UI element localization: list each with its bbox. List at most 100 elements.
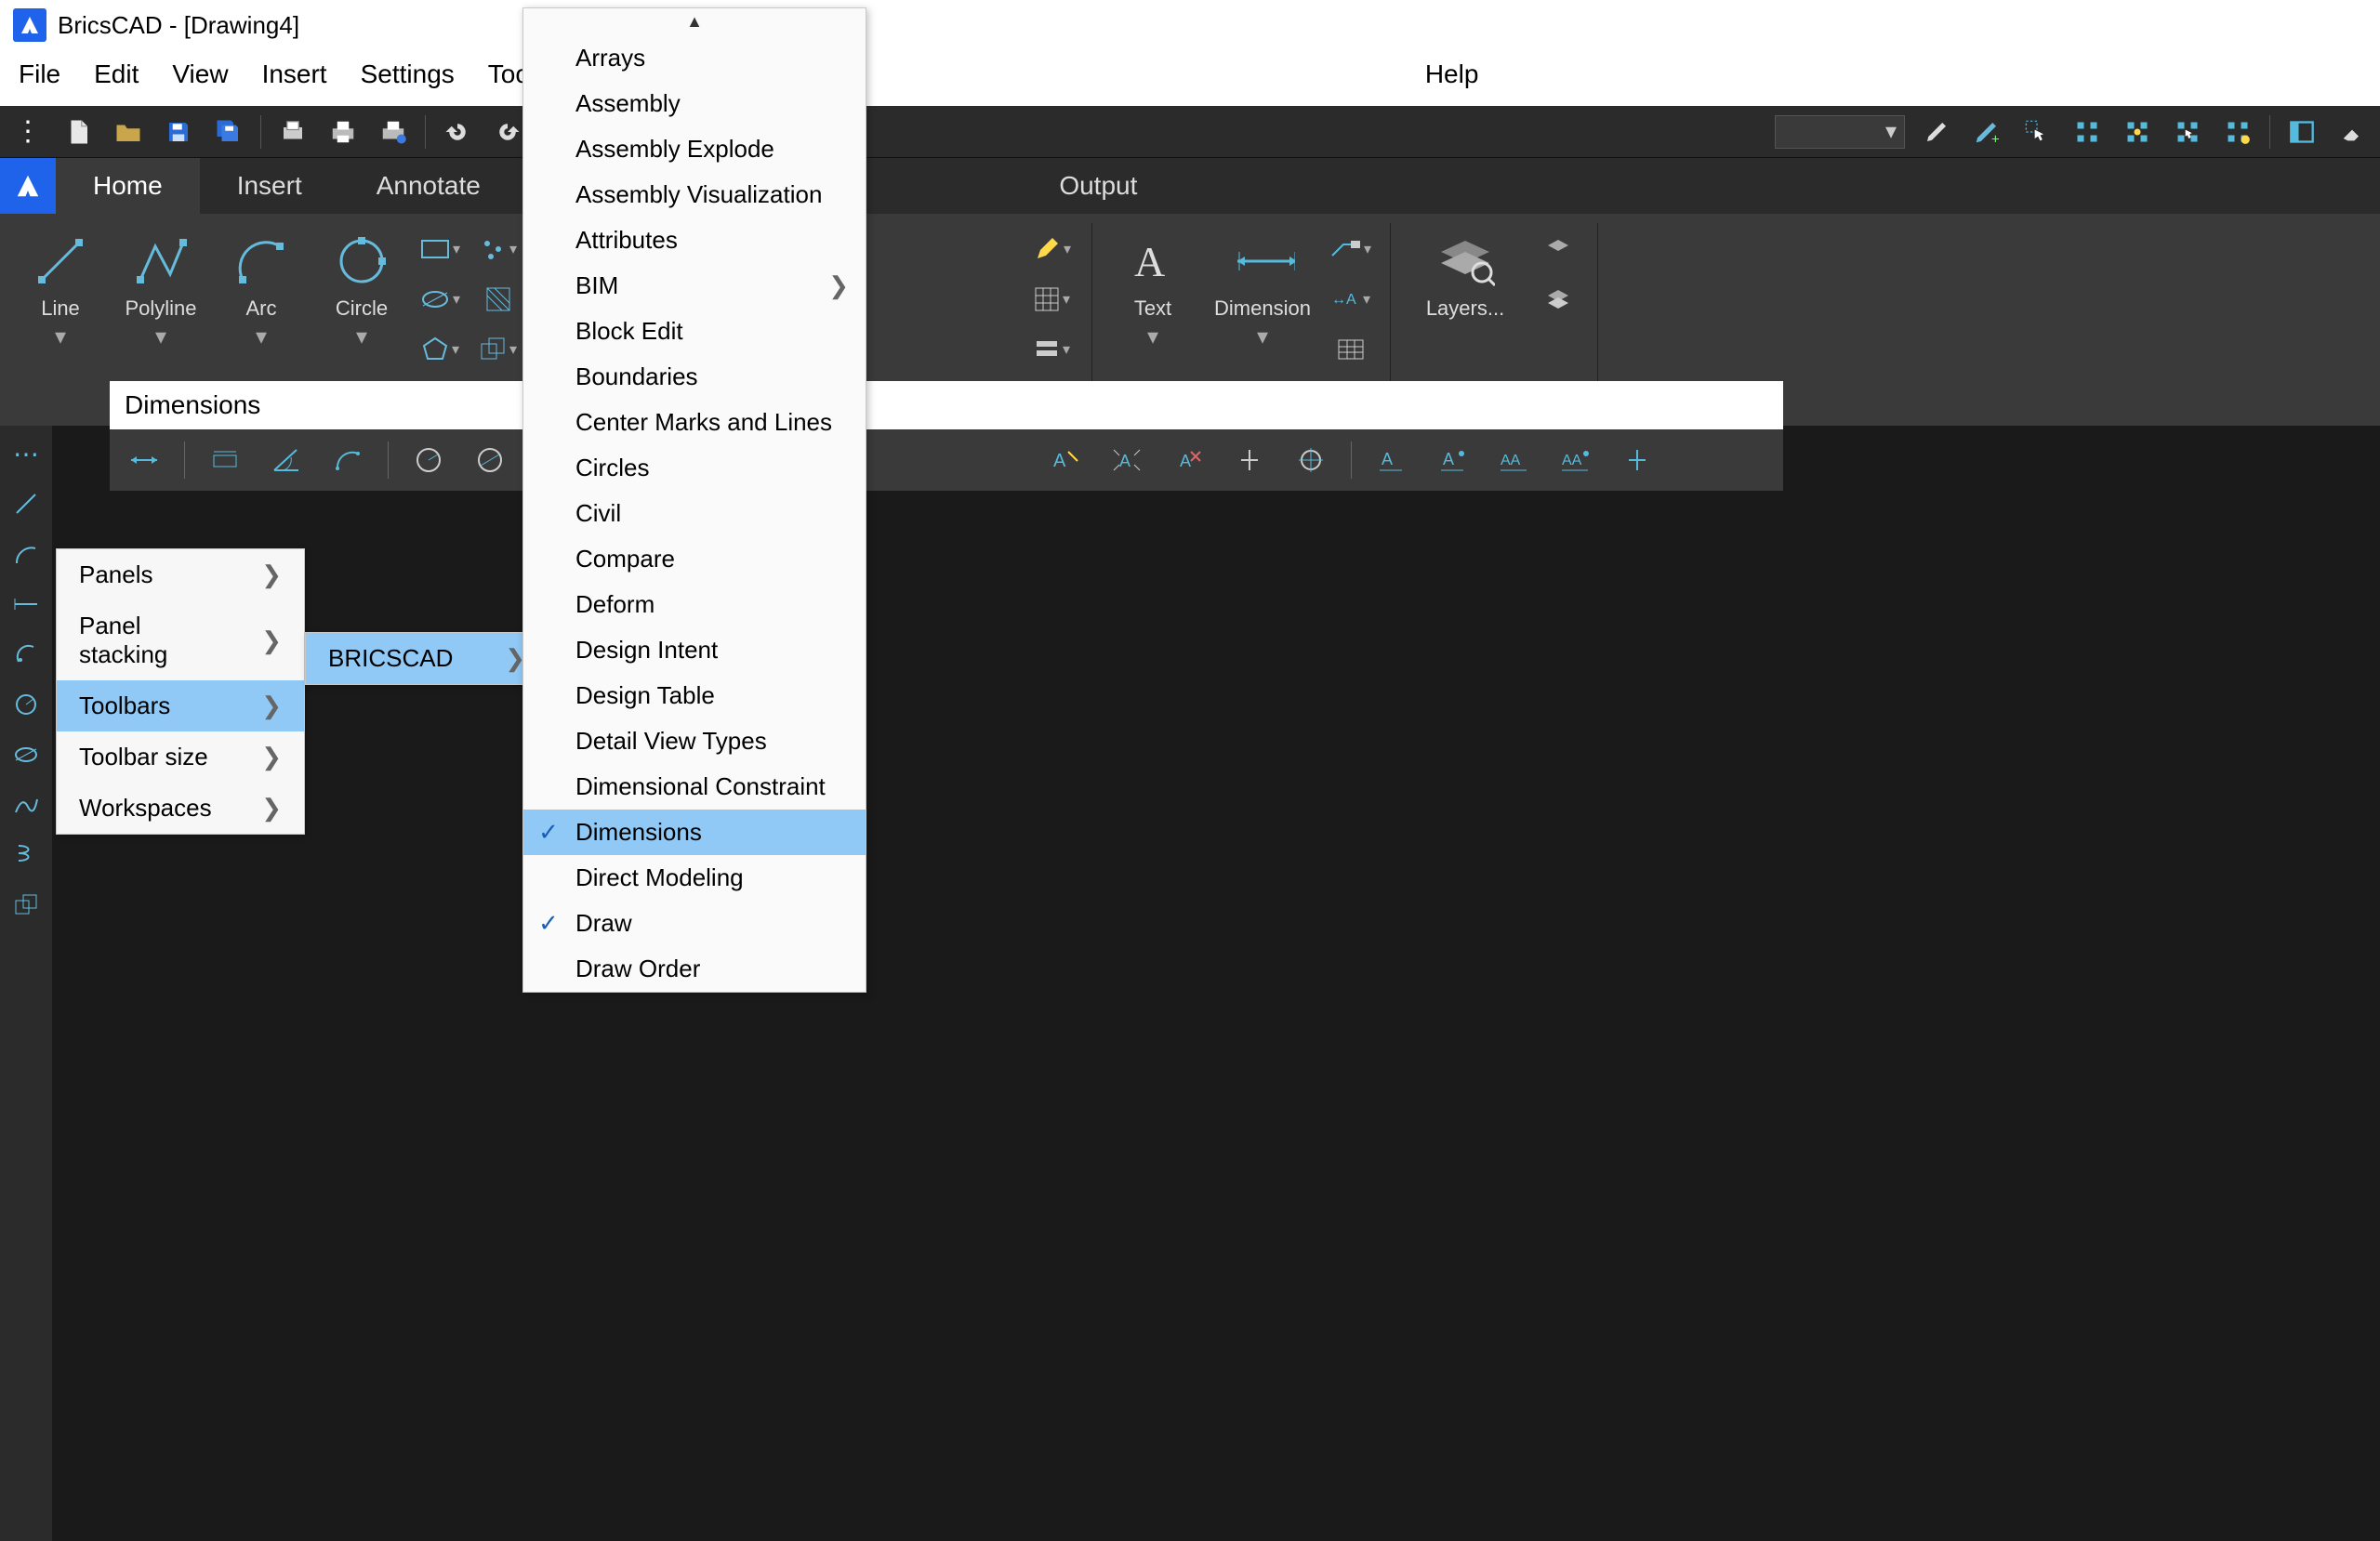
draw-line-icon[interactable]: [7, 485, 45, 522]
print-icon[interactable]: [324, 113, 362, 151]
toolbar-list-item[interactable]: Center Marks and Lines: [523, 400, 866, 445]
select-cursor-icon[interactable]: [2018, 113, 2056, 151]
pencil-dropdown-button[interactable]: ▾: [1032, 229, 1073, 270]
grip-icon[interactable]: ⋮: [9, 113, 46, 151]
menu-settings[interactable]: Settings: [361, 59, 455, 89]
pen-add-icon[interactable]: +: [1968, 113, 2005, 151]
dim-more-icon[interactable]: [1616, 439, 1659, 481]
draw-circle-center-icon[interactable]: [7, 686, 45, 723]
drawing-canvas[interactable]: [52, 426, 2380, 1541]
brush-icon[interactable]: [1918, 113, 1955, 151]
draw-ellipse-icon[interactable]: [7, 736, 45, 773]
snap-grid-2-icon[interactable]: [2119, 113, 2156, 151]
dimensions-toolbar[interactable]: Dimensions A A A A A AA AA: [110, 381, 1783, 491]
toolbar-list-item[interactable]: Block Edit: [523, 309, 866, 354]
toolbar-list-item[interactable]: Assembly Explode: [523, 126, 866, 172]
dim-style-a2-icon[interactable]: A: [1432, 439, 1474, 481]
ribbon-app-button[interactable]: [0, 158, 56, 214]
toolbar-list-item[interactable]: Assembly Visualization: [523, 172, 866, 217]
dim-radius-icon[interactable]: [407, 439, 450, 481]
polygon-small-button[interactable]: ▾: [420, 329, 461, 370]
circle-button[interactable]: Circle ▾: [320, 229, 403, 350]
draw-spline-icon[interactable]: [7, 786, 45, 823]
draw-grip-icon[interactable]: ⋯: [7, 435, 45, 472]
dim-center-icon[interactable]: [1289, 439, 1332, 481]
draw-arc-icon[interactable]: [7, 535, 45, 573]
text-button[interactable]: A Text ▾: [1111, 229, 1195, 350]
toolbar-list-item[interactable]: Design Intent: [523, 627, 866, 673]
redo-icon[interactable]: [489, 113, 526, 151]
line-button[interactable]: Line ▾: [19, 229, 102, 350]
dim-style-aa2-icon[interactable]: AA: [1554, 439, 1597, 481]
toolbar-list-item[interactable]: Draw Order: [523, 946, 866, 992]
layers-button[interactable]: Layers...: [1409, 229, 1521, 320]
ellipse-small-button[interactable]: ▾: [420, 279, 461, 320]
print-preview-icon[interactable]: [274, 113, 311, 151]
draw-helix-icon[interactable]: [7, 836, 45, 874]
grid-dropdown-button[interactable]: ▾: [1032, 279, 1073, 320]
publish-icon[interactable]: [375, 113, 412, 151]
new-file-icon[interactable]: [60, 113, 97, 151]
ctx-item-toolbars[interactable]: Toolbars❯: [57, 680, 304, 731]
draw-circle2-icon[interactable]: [7, 636, 45, 673]
save-all-icon[interactable]: [210, 113, 247, 151]
point-small-button[interactable]: ▾: [478, 229, 519, 270]
ribbon-tab-insert[interactable]: Insert: [200, 158, 339, 214]
ctx-item-panel-stacking[interactable]: Panel stacking❯: [57, 600, 304, 680]
toolbar-list-item[interactable]: ✓Draw: [523, 901, 866, 946]
toolbar-list-item[interactable]: Assembly: [523, 81, 866, 126]
dim-angular-icon[interactable]: [265, 439, 308, 481]
undo-icon[interactable]: [439, 113, 476, 151]
menu-file[interactable]: File: [19, 59, 60, 89]
toolbar-list-item[interactable]: BIM❯: [523, 263, 866, 309]
menu-insert[interactable]: Insert: [262, 59, 327, 89]
ribbon-tab-annotate[interactable]: Annotate: [339, 158, 518, 214]
ribbon-tab-output[interactable]: Output: [1022, 158, 1174, 214]
ctx-item-toolbar-size[interactable]: Toolbar size❯: [57, 731, 304, 783]
dim-linear-icon[interactable]: [123, 439, 165, 481]
ctx-item-workspaces[interactable]: Workspaces❯: [57, 783, 304, 834]
toolbar-list-item[interactable]: Detail View Types: [523, 718, 866, 764]
ribbon-tab-home[interactable]: Home: [56, 158, 200, 214]
toolbar-list-item[interactable]: Direct Modeling: [523, 855, 866, 901]
dim-text-a1-icon[interactable]: A: [1044, 439, 1087, 481]
draw-region-icon[interactable]: [7, 887, 45, 924]
save-icon[interactable]: [160, 113, 197, 151]
mtext-small-button[interactable]: ↔A▾: [1330, 279, 1371, 320]
hatch-small-button[interactable]: [478, 279, 519, 320]
toolbar-list-item[interactable]: Circles: [523, 445, 866, 491]
dim-tolerance-icon[interactable]: [1228, 439, 1271, 481]
ctx-item-bricscad[interactable]: BRICSCAD❯: [306, 633, 548, 684]
menu-edit[interactable]: Edit: [94, 59, 139, 89]
layer-prop-1-icon[interactable]: [1538, 229, 1579, 270]
dim-aligned-icon[interactable]: [204, 439, 246, 481]
layer-dropdown-button[interactable]: ▾: [1032, 329, 1073, 370]
scroll-up-icon[interactable]: ▲: [523, 8, 866, 35]
ctx-item-panels[interactable]: Panels❯: [57, 549, 304, 600]
rectangle-small-button[interactable]: ▾: [420, 229, 461, 270]
dim-arc-icon[interactable]: [326, 439, 369, 481]
eraser-icon[interactable]: [2334, 113, 2371, 151]
panel-toggle-icon[interactable]: [2283, 113, 2320, 151]
menu-help[interactable]: Help: [1425, 59, 1479, 89]
toolbar-list-item[interactable]: Arrays: [523, 35, 866, 81]
toolbar-list-item[interactable]: Civil: [523, 491, 866, 536]
draw-ray-icon[interactable]: [7, 586, 45, 623]
dim-text-cross-icon[interactable]: A: [1167, 439, 1210, 481]
polyline-button[interactable]: Polyline ▾: [119, 229, 203, 350]
toolbar-list-item[interactable]: Attributes: [523, 217, 866, 263]
snap-grid-1-icon[interactable]: [2069, 113, 2106, 151]
leader-small-button[interactable]: ▾: [1330, 229, 1371, 270]
dimension-button[interactable]: Dimension ▾: [1211, 229, 1314, 350]
style-combo[interactable]: ▾: [1775, 115, 1905, 149]
region-small-button[interactable]: ▾: [478, 329, 519, 370]
dim-diameter-icon[interactable]: [469, 439, 511, 481]
toolbar-list-item[interactable]: Deform: [523, 582, 866, 627]
arc-button[interactable]: Arc ▾: [219, 229, 303, 350]
toolbar-list-item[interactable]: Boundaries: [523, 354, 866, 400]
toolbar-list-item[interactable]: Dimensional Constraint: [523, 764, 866, 810]
layer-prop-2-icon[interactable]: [1538, 279, 1579, 320]
dim-text-expand-icon[interactable]: A: [1105, 439, 1148, 481]
snap-grid-4-icon[interactable]: [2219, 113, 2256, 151]
table-small-button[interactable]: [1330, 329, 1371, 370]
